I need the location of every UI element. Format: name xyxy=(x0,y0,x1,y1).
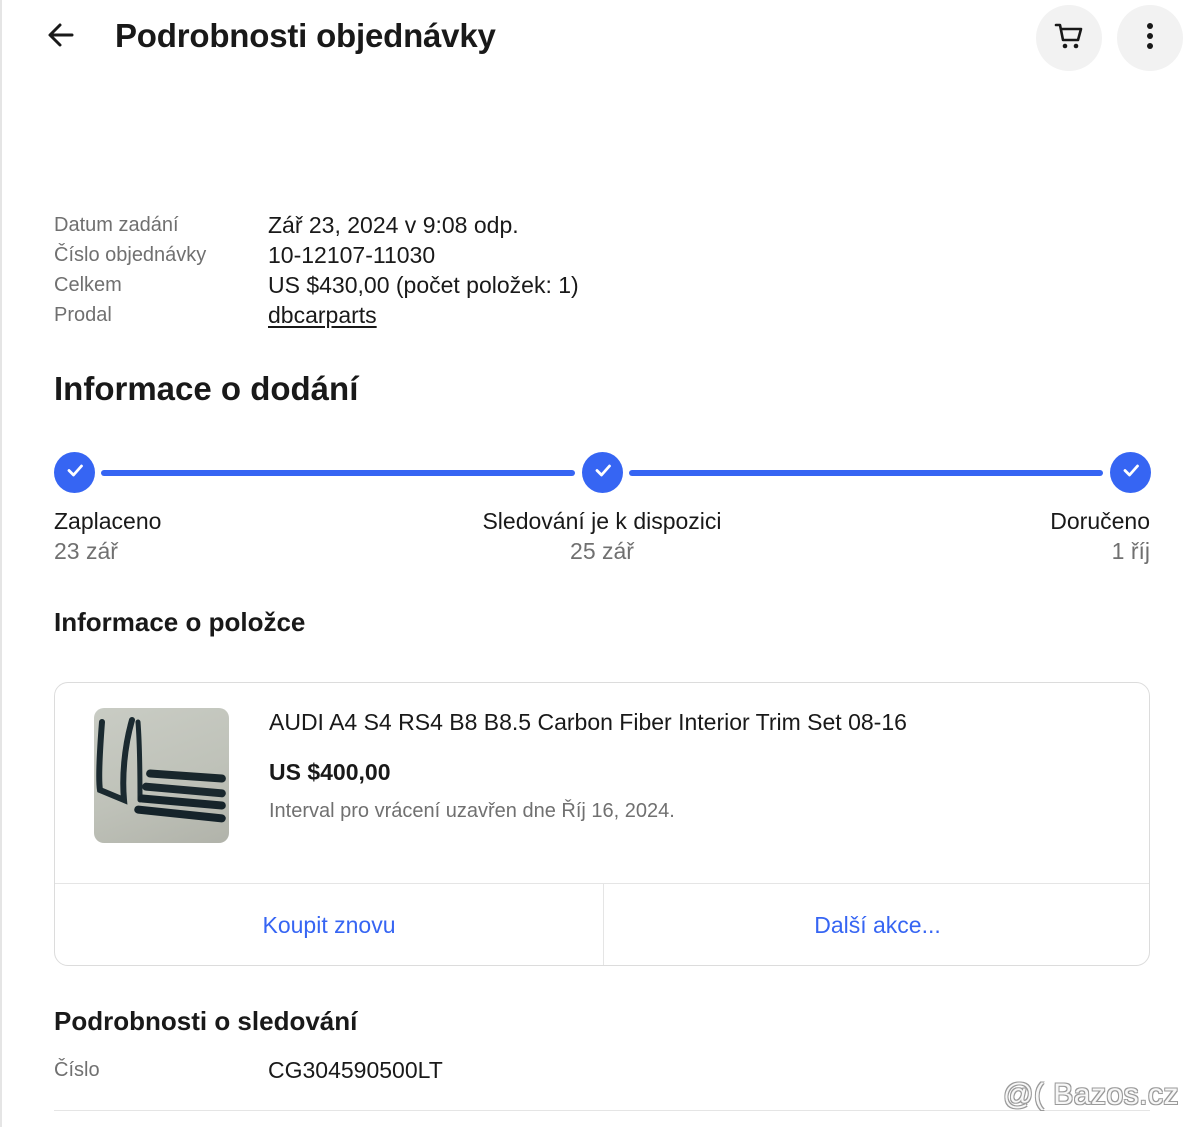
step-tracking-dot xyxy=(582,452,623,493)
page-title: Podrobnosti objednávky xyxy=(115,17,496,54)
step-delivered-label: Doručeno xyxy=(1050,508,1150,534)
tracking-number-row: Číslo CG304590500LT xyxy=(54,1055,443,1085)
progress-line-segment-1 xyxy=(101,470,575,476)
tracking-heading: Podrobnosti o sledování xyxy=(54,1006,358,1036)
order-summary: Datum zadání Zář 23, 2024 v 9:08 odp. Čí… xyxy=(54,210,754,330)
checkmark-icon xyxy=(65,460,85,485)
cart-icon xyxy=(1053,20,1085,57)
tracking-number-label: Číslo xyxy=(54,1058,100,1081)
more-actions-button[interactable]: Další akce... xyxy=(604,884,1149,965)
left-edge-divider xyxy=(0,0,2,1127)
seller-label: Prodal xyxy=(54,303,112,326)
step-delivered-dot xyxy=(1110,452,1151,493)
order-date-label: Datum zadání xyxy=(54,213,179,236)
step-delivered-date: 1 říj xyxy=(1111,538,1150,564)
item-card: AUDI A4 S4 RS4 B8 B8.5 Carbon Fiber Inte… xyxy=(54,682,1150,966)
cart-button[interactable] xyxy=(1036,5,1102,71)
more-options-button[interactable] xyxy=(1117,5,1183,71)
item-heading: Informace o položce xyxy=(54,607,306,637)
step-paid-dot xyxy=(54,452,95,493)
checkmark-icon xyxy=(593,460,613,485)
order-total-value: US $430,00 (počet položek: 1) xyxy=(268,271,579,298)
order-number-row: Číslo objednávky 10-12107-11030 xyxy=(54,240,754,270)
bottom-divider xyxy=(54,1110,1150,1111)
order-total-label: Celkem xyxy=(54,273,122,296)
delivery-progress-tracker xyxy=(54,452,1151,494)
step-tracking-label: Sledování je k dispozici xyxy=(482,508,722,534)
order-number-value: 10-12107-11030 xyxy=(268,241,436,268)
tracking-number-value: CG304590500LT xyxy=(268,1056,443,1083)
step-tracking-date: 25 zář xyxy=(570,538,634,564)
return-window-note: Interval pro vrácení uzavřen dne Říj 16,… xyxy=(269,800,675,822)
order-date-value: Zář 23, 2024 v 9:08 odp. xyxy=(268,211,519,238)
seller-row: Prodal dbcarparts xyxy=(54,300,754,330)
back-button[interactable] xyxy=(38,14,84,60)
item-price: US $400,00 xyxy=(269,759,391,785)
order-total-row: Celkem US $430,00 (počet položek: 1) xyxy=(54,270,754,300)
checkmark-icon xyxy=(1121,460,1141,485)
order-number-label: Číslo objednávky xyxy=(54,243,207,266)
watermark: @( Bazos.cz xyxy=(1003,1078,1179,1111)
buy-again-button[interactable]: Koupit znovu xyxy=(55,884,603,965)
order-date-row: Datum zadání Zář 23, 2024 v 9:08 odp. xyxy=(54,210,754,240)
step-paid-label: Zaplaceno xyxy=(54,508,162,534)
seller-link[interactable]: dbcarparts xyxy=(268,302,377,329)
progress-line-segment-2 xyxy=(629,470,1103,476)
item-thumbnail[interactable] xyxy=(94,708,229,843)
top-bar: Podrobnosti objednávky xyxy=(0,0,1200,72)
step-paid-date: 23 zář xyxy=(54,538,118,564)
more-vertical-icon xyxy=(1145,21,1155,56)
delivery-heading: Informace o dodání xyxy=(54,370,359,407)
arrow-left-icon xyxy=(45,19,77,56)
item-title-link[interactable]: AUDI A4 S4 RS4 B8 B8.5 Carbon Fiber Inte… xyxy=(269,709,907,736)
